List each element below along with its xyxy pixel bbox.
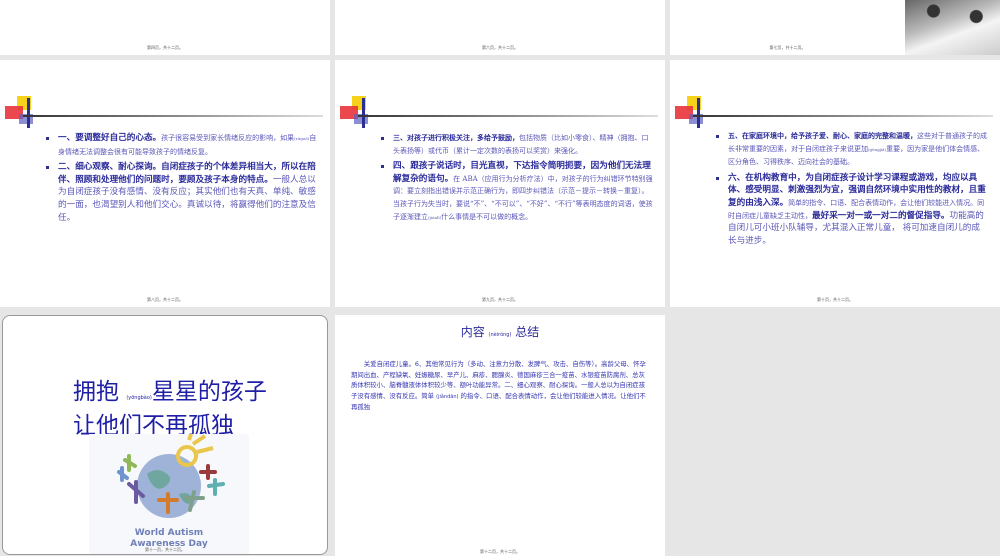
world-autism-logo: World Autism Awareness Day bbox=[89, 433, 249, 554]
bullet-item: 二、细心观察、耐心探询。自闭症孩子的个体差异相当大，所以在陪伴、照顾和处理他们的… bbox=[46, 161, 318, 224]
slide-thumbnail-4[interactable]: 第四页，共十二页。 bbox=[0, 0, 330, 55]
bullet-item: 六、在机构教育中，为自闭症孩子设计学习课程或游戏，均应以具体、感受明显、刺激强烈… bbox=[716, 172, 988, 248]
slide-thumbnail-7[interactable]: 第七页，共十二页。 bbox=[670, 0, 1000, 55]
summary-text: 关爱自闭症儿童。6、其他常见行为（多动、注意力分散、发脾气、攻击、自伤等）。高龄… bbox=[351, 360, 646, 411]
title-decoration bbox=[340, 96, 660, 136]
bullet-item: 四、跟孩子说话时，目光直视，下达指令简明扼要，因为他们无法理解复杂的语句。在 A… bbox=[381, 160, 653, 224]
slide-footer: 第十二页，共十二页。 bbox=[480, 549, 520, 554]
slide-footer: 第十页，共十二页。 bbox=[817, 297, 853, 302]
slide-title: 内容 (nèiróng) 总结 bbox=[460, 325, 540, 339]
slide-footer: 第八页，共十二页。 bbox=[147, 297, 183, 302]
globe-children-icon bbox=[117, 433, 225, 518]
slide-footer: 第十一页，共十二页。 bbox=[145, 547, 185, 552]
slide-thumbnail-11-selected[interactable]: 拥抱 (yōngbào)星星的孩子 让他们不再孤独 World Autism Awa… bbox=[2, 315, 328, 555]
slide-footer: 第六页，共十二页。 bbox=[482, 45, 518, 50]
bullet-item: 三、对孩子进行积极关注，多给予鼓励，包括物质（比如小零食）、精神（拥抱、口头表扬… bbox=[381, 132, 653, 157]
child-photo bbox=[905, 0, 1000, 55]
slide-thumbnail-10[interactable]: 五、在家庭环境中，给予孩子爱、耐心、家庭的完整和温暖，这些对于普通孩子的成长非常… bbox=[670, 60, 1000, 307]
slide-footer: 第九页，共十二页。 bbox=[482, 297, 518, 302]
bullet-item: 一、要调整好自己的心态。孩子很容易受到家长情绪反应的影响，如果(rúguǒ)自身… bbox=[46, 132, 318, 158]
bullet-item: 五、在家庭环境中，给予孩子爱、耐心、家庭的完整和温暖，这些对于普通孩子的成长非常… bbox=[716, 130, 988, 169]
slide-thumbnail-8[interactable]: 一、要调整好自己的心态。孩子很容易受到家长情绪反应的影响，如果(rúguǒ)自身… bbox=[0, 60, 330, 307]
slide-thumbnail-12[interactable]: 内容 (nèiróng) 总结 关爱自闭症儿童。6、其他常见行为（多动、注意力分… bbox=[335, 315, 665, 556]
slide-title: 拥抱 (yōngbào)星星的孩子 让他们不再孤独 bbox=[73, 379, 267, 439]
slide-thumbnail-9[interactable]: 三、对孩子进行积极关注，多给予鼓励，包括物质（比如小零食）、精神（拥抱、口头表扬… bbox=[335, 60, 665, 307]
title-decoration bbox=[5, 96, 325, 136]
slide-footer: 第四页，共十二页。 bbox=[147, 45, 183, 50]
slide-footer: 第七页，共十二页。 bbox=[769, 45, 806, 50]
slide-thumbnail-6[interactable]: 第六页，共十二页。 bbox=[335, 0, 665, 55]
